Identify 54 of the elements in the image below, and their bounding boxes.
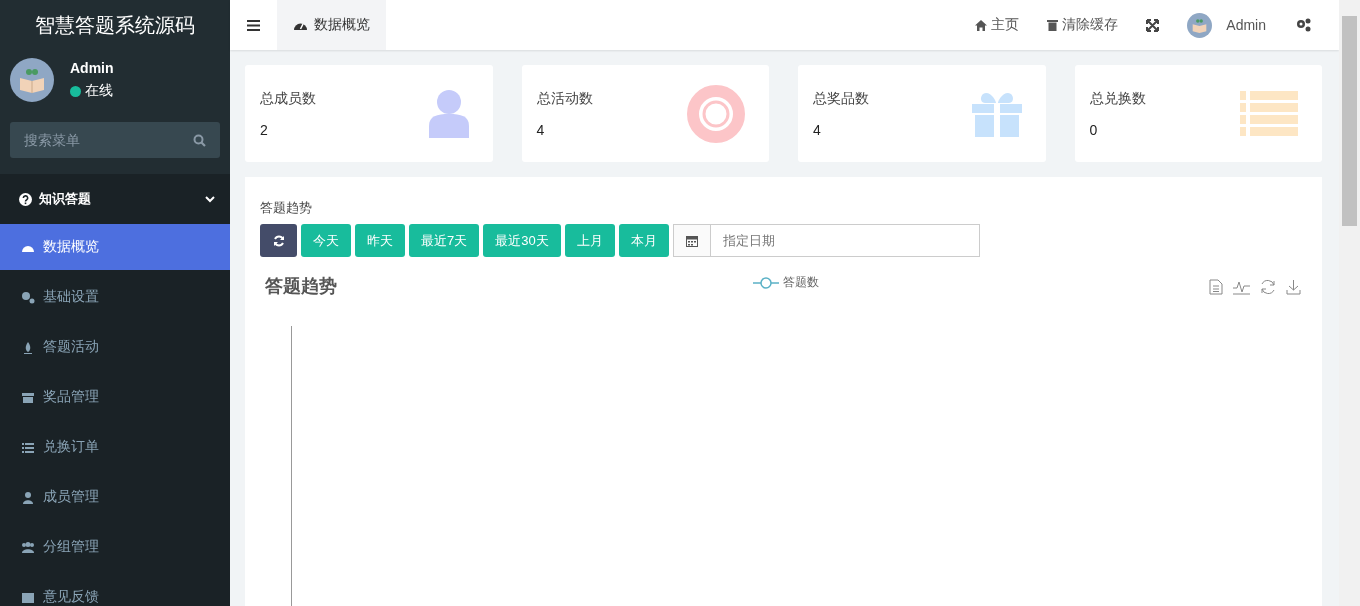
avatar-book-icon xyxy=(1187,12,1213,38)
home-icon xyxy=(975,19,988,31)
chevron-icon xyxy=(205,195,215,203)
stat-value: 0 xyxy=(1089,121,1099,138)
status-label: 在线 xyxy=(85,82,113,100)
search-icon xyxy=(193,134,206,147)
clear-cache-link[interactable]: 清除缓存 xyxy=(1047,16,1119,34)
stat-label: 总活动数 xyxy=(536,89,593,108)
legend-line-icon xyxy=(753,275,779,290)
user-menu-link[interactable]: Admin xyxy=(1226,17,1266,33)
calendar-icon xyxy=(685,234,698,247)
menu-item[interactable]: 答题活动 xyxy=(0,324,230,370)
menu-item[interactable]: 奖品管理 xyxy=(0,374,230,420)
users-icon xyxy=(21,540,35,554)
chart-title: 答题趋势 xyxy=(264,275,338,298)
menu-item[interactable]: 成员管理 xyxy=(0,474,230,520)
line-chart-icon[interactable] xyxy=(1233,279,1250,295)
flame-icon xyxy=(21,340,35,354)
menu-item[interactable]: 兑换订单 xyxy=(0,424,230,470)
menu-search-field[interactable]: 搜索菜单 xyxy=(10,122,220,158)
menu-group-header[interactable]: 知识答题 xyxy=(0,174,230,224)
calendar-button[interactable] xyxy=(672,224,711,257)
menu-icon[interactable] xyxy=(247,19,260,31)
menu-item[interactable]: 分组管理 xyxy=(0,524,230,570)
home-link[interactable]: 主页 xyxy=(975,16,1020,34)
refresh-icon xyxy=(272,234,285,247)
menu-item[interactable]: 意见反馈 xyxy=(0,574,230,606)
avatar-book-icon xyxy=(10,58,54,102)
stat-label: 总奖品数 xyxy=(813,89,869,108)
stat-label: 总成员数 xyxy=(260,89,316,108)
download-icon[interactable] xyxy=(1286,279,1301,295)
list-icon xyxy=(21,440,35,454)
panel-heading: 答题趋势 xyxy=(260,199,312,217)
app-logo-title: 智慧答题系统源码 xyxy=(34,13,196,38)
refresh-icon[interactable] xyxy=(1260,279,1276,295)
question-icon xyxy=(19,192,32,206)
gears-icon[interactable] xyxy=(1296,18,1311,32)
archive-icon xyxy=(21,390,35,404)
legend-label[interactable]: 答题数 xyxy=(783,274,819,291)
refresh-button[interactable] xyxy=(260,224,297,257)
menu-item[interactable]: 数据概览 xyxy=(0,224,230,270)
menu-item[interactable]: 基础设置 xyxy=(0,274,230,320)
user-name: Admin xyxy=(70,60,114,76)
page-tab[interactable]: 数据概览 xyxy=(277,0,386,50)
gears-icon xyxy=(21,290,35,304)
trash-icon xyxy=(1047,19,1059,31)
fullscreen-icon[interactable] xyxy=(1146,18,1160,32)
user-icon xyxy=(21,490,35,504)
stat-value: 4 xyxy=(536,121,546,138)
date-field[interactable]: 指定日期 xyxy=(710,224,980,257)
stat-label: 总兑换数 xyxy=(1089,89,1146,108)
stat-value: 2 xyxy=(260,121,269,138)
stat-value: 4 xyxy=(813,121,822,138)
scrollbar[interactable] xyxy=(1339,0,1360,606)
